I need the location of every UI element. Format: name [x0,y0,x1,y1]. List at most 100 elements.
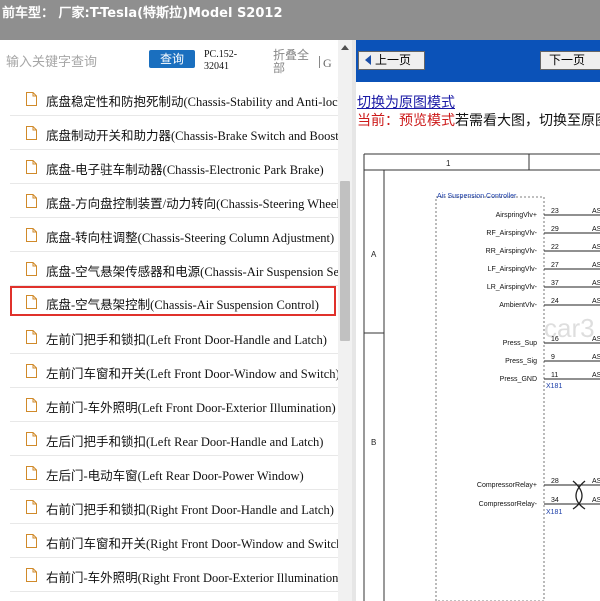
tree-item-label: 底盘-方向盘控制装置/动力转向(Chassis-Steering Wheel [46,197,338,211]
connector-x181-bottom: X181 [546,509,562,516]
tree-item-label: 底盘-电子驻车制动器(Chassis-Electronic Park Brake… [46,163,324,177]
pc-code-label: PC.152-32041 [204,49,238,72]
pin-number: 9 [551,354,555,361]
pin-destination: AS [592,262,600,269]
tree-item-label: 底盘-空气悬架传感器和电源(Chassis-Air Suspension Sen… [46,265,338,279]
tree-item-label: 右前门把手和锁扣(Right Front Door-Handle and Lat… [46,503,334,517]
tree-item[interactable]: 左前门把手和锁扣(Left Front Door-Handle and Latc… [10,320,338,354]
pin-name: Press_GND [500,376,537,383]
tree-item[interactable]: 左前门车窗和开关(Left Front Door-Window and Swit… [10,354,338,388]
tree-item-label: 左后门把手和锁扣(Left Rear Door-Handle and Latch… [46,435,324,449]
pin-destination: AS [592,372,600,379]
controller-box [435,196,545,601]
query-button[interactable]: 查询 [149,50,195,68]
tree-item-label: 右前门-车外照明(Right Front Door-Exterior Illum… [46,571,338,585]
controller-title: Air Suspension Controller [437,193,517,200]
connector-x181-top: X181 [546,383,562,390]
pin-number: 24 [551,298,559,305]
row-b-label: B [371,438,376,447]
pin-name: LR_AirspingVlv- [487,284,538,291]
pin-name: Press_Sig [505,358,537,365]
g-letter-label: G [319,56,332,71]
tree-item[interactable]: 右前门把手和锁扣(Right Front Door-Handle and Lat… [10,490,338,524]
pin-number: 28 [551,478,559,485]
file-icon [26,295,37,309]
tree-item[interactable]: 底盘稳定性和防抱死制动(Chassis-Stability and Anti-l… [10,82,338,116]
next-page-button[interactable]: 下一页 [540,51,600,70]
tree-item[interactable]: 右前门-车外照明(Right Front Door-Exterior Illum… [10,558,338,592]
pin-number: 37 [551,280,559,287]
pin-destination: AS [592,336,600,343]
pin-name: CompressorRelay- [479,501,538,508]
tree-item-label: 底盘稳定性和防抱死制动(Chassis-Stability and Anti-l… [46,95,338,109]
tree-item-label: 左前门车窗和开关(Left Front Door-Window and Swit… [46,367,338,381]
scroll-thumb[interactable] [340,181,350,341]
switch-original-mode-link[interactable]: 切换为原图模式 [357,92,455,112]
pin-destination: AS [592,298,600,305]
file-icon [26,194,37,208]
tree-item[interactable]: 底盘-空气悬架传感器和电源(Chassis-Air Suspension Sen… [10,252,338,286]
pin-number: 16 [551,336,559,343]
pin-destination: AS [592,280,600,287]
document-tree: 底盘稳定性和防抱死制动(Chassis-Stability and Anti-l… [0,82,338,601]
pin-number: 23 [551,208,559,215]
file-icon [26,92,37,106]
file-icon [26,398,37,412]
pin-name: CompressorRelay+ [477,482,537,489]
pin-name: Press_Sup [503,340,537,347]
scroll-up-icon[interactable] [338,40,352,54]
file-icon [26,228,37,242]
tree-scrollbar[interactable] [338,40,352,601]
prev-page-button[interactable]: 上一页 [358,51,425,70]
tree-item-label: 右前门车窗和开关(Right Front Door-Window and Swi… [46,537,338,551]
current-mode-label: 当前：预览模式 [357,113,455,129]
pin-name: AmbientVlv- [499,302,537,309]
file-icon [26,500,37,514]
title-bar: 前车型： 厂家:T-Tesla(特斯拉)Model S2012 [0,0,600,40]
tree-item[interactable]: 底盘-转向柱调整(Chassis-Steering Column Adjustm… [10,218,338,252]
tree-item-label: 左后门-电动车窗(Left Rear Door-Power Window) [46,469,304,483]
viewer-toolbar: 上一页 下一页 [356,40,600,82]
pin-name: LF_AirspingVlv- [488,266,538,273]
tree-item[interactable]: 底盘-方向盘控制装置/动力转向(Chassis-Steering Wheel [10,184,338,218]
tree-item-label: 底盘制动开关和助力器(Chassis-Brake Switch and Boos… [46,129,338,143]
mode-hint: 若需看大图，切换至原图模式 [455,113,600,129]
tree-item-label: 左前门把手和锁扣(Left Front Door-Handle and Latc… [46,333,327,347]
file-icon [26,432,37,446]
tree-item-label: 底盘-转向柱调整(Chassis-Steering Column Adjustm… [46,231,335,245]
file-icon [26,364,37,378]
pin-name: RR_AirspingVlv- [486,248,538,255]
file-icon [26,262,37,276]
file-icon [26,534,37,548]
file-icon [26,330,37,344]
pin-destination: AS [592,226,600,233]
pin-number: 11 [551,372,558,379]
tree-item[interactable]: 底盘制动开关和助力器(Chassis-Brake Switch and Boos… [10,116,338,150]
pin-number: 27 [551,262,559,269]
pin-destination: AS [592,478,600,485]
pin-number: 22 [551,244,559,251]
file-icon [26,160,37,174]
collapse-all-button[interactable]: 折叠全部 [273,49,313,75]
tree-item[interactable]: 底盘-空气悬架控制(Chassis-Air Suspension Control… [10,286,336,316]
pin-name: RF_AirspingVlv- [486,230,537,237]
tree-item-label: 底盘-空气悬架控制(Chassis-Air Suspension Control… [46,298,319,312]
left-arrow-icon [365,55,371,65]
tree-item[interactable]: 右前门车窗和开关(Right Front Door-Window and Swi… [10,524,338,558]
pin-destination: AS [592,208,600,215]
tree-item[interactable]: 左前门-车外照明(Left Front Door-Exterior Illumi… [10,388,338,422]
left-panel: 查询 PC.152-32041 折叠全部 G 底盘稳定性和防抱死制动(Chass… [0,40,352,601]
tree-item[interactable]: 左后门把手和锁扣(Left Rear Door-Handle and Latch… [10,422,338,456]
viewer-panel: 上一页 下一页 切换为原图模式 当前：预览模式若需看大图，切换至原图模式 1 A… [356,40,600,601]
search-input[interactable] [6,52,142,72]
wiring-diagram: 1 A B Air Suspension Controller car3 Air… [363,153,600,601]
search-bar: 查询 PC.152-32041 折叠全部 G [0,40,352,82]
vehicle-title: 前车型： 厂家:T-Tesla(特斯拉)Model S2012 [2,6,283,21]
tree-item[interactable]: 底盘-电子驻车制动器(Chassis-Electronic Park Brake… [10,150,338,184]
row-a-label: A [371,250,377,259]
pin-destination: AS [592,497,600,504]
pin-number: 34 [551,497,559,504]
mode-status: 当前：预览模式若需看大图，切换至原图模式 [357,110,600,130]
tree-item[interactable]: 左后门-电动车窗(Left Rear Door-Power Window) [10,456,338,490]
file-icon [26,466,37,480]
